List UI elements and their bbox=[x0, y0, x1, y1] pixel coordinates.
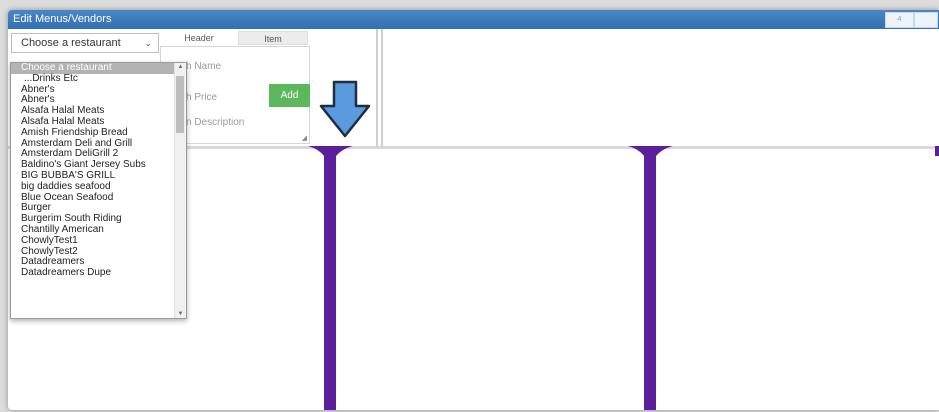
scroll-down-icon[interactable]: ▼ bbox=[175, 311, 186, 317]
dropdown-option[interactable]: ...Drinks Etc bbox=[11, 73, 176, 85]
tab-item[interactable]: Item bbox=[238, 31, 308, 45]
dropdown-option[interactable]: Datadreamers Dupe bbox=[11, 267, 176, 279]
dropdown-option[interactable]: big daddies seafood bbox=[11, 181, 176, 193]
add-button[interactable]: Add bbox=[269, 84, 310, 107]
edit-menus-window: Edit Menus/Vendors 4 Choose a restaurant… bbox=[8, 10, 939, 410]
chevron-down-icon: ⌄ bbox=[144, 38, 152, 48]
arrow-down-icon bbox=[319, 80, 371, 138]
panel-divider bbox=[376, 29, 378, 147]
minimize-button[interactable]: 4 bbox=[885, 12, 914, 28]
dropdown-option[interactable]: ChowlyTest1 bbox=[11, 235, 176, 247]
resize-handle-icon[interactable]: ◢ bbox=[302, 134, 307, 142]
tab-header[interactable]: Header bbox=[160, 31, 238, 45]
dropdown-scrollbar[interactable]: ▲ ▼ bbox=[174, 63, 186, 318]
column-divider-edge bbox=[935, 146, 939, 156]
scroll-up-icon[interactable]: ▲ bbox=[175, 64, 186, 70]
restaurant-select-value: Choose a restaurant bbox=[21, 37, 121, 49]
window-titlebar: Edit Menus/Vendors 4 bbox=[8, 10, 939, 29]
scrollbar-thumb[interactable] bbox=[176, 76, 184, 133]
editor-tabs: Header Item bbox=[160, 31, 308, 45]
restaurant-select[interactable]: Choose a restaurant ⌄ bbox=[11, 33, 159, 53]
dropdown-options: Choose a restaurant ...Drinks Etc Abner'… bbox=[11, 63, 176, 279]
window-title: Edit Menus/Vendors bbox=[13, 13, 112, 25]
item-name-input[interactable]: h Name bbox=[186, 61, 221, 72]
dropdown-option[interactable]: Amish Friendship Bread bbox=[11, 127, 176, 139]
restaurant-dropdown-list[interactable]: Choose a restaurant ...Drinks Etc Abner'… bbox=[10, 62, 187, 319]
item-description-input[interactable]: n Description bbox=[186, 117, 244, 128]
item-price-input[interactable]: h Price bbox=[186, 92, 217, 103]
column-divider bbox=[324, 146, 336, 410]
panel-divider bbox=[381, 29, 383, 147]
column-divider bbox=[644, 146, 656, 410]
close-button[interactable] bbox=[914, 12, 938, 28]
